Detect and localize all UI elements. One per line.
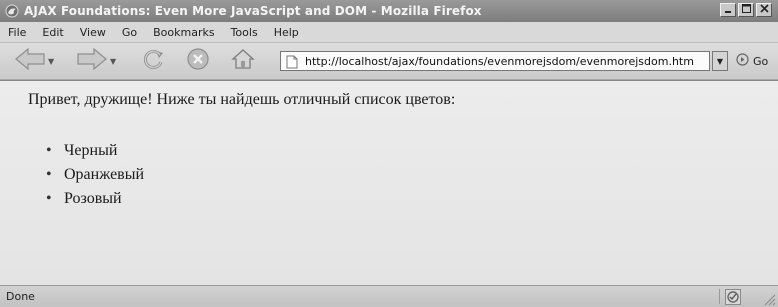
close-icon — [759, 4, 769, 16]
chevron-down-icon: ▼ — [716, 56, 724, 66]
stop-icon — [186, 47, 210, 75]
menu-file[interactable]: File — [8, 26, 26, 39]
navigation-toolbar: ▼ ▼ http://localhost/ajax/foundations/ev… — [0, 43, 778, 80]
url-input[interactable] — [305, 54, 695, 68]
list-item: Черный — [46, 139, 144, 163]
url-history-dropdown[interactable]: ▼ — [712, 51, 728, 71]
go-icon — [736, 53, 749, 69]
home-icon — [230, 47, 256, 75]
color-list: Черный Оранжевый Розовый — [46, 139, 144, 211]
status-text: Done — [6, 290, 35, 303]
back-dropdown-icon[interactable]: ▼ — [48, 57, 54, 66]
menu-help[interactable]: Help — [274, 26, 299, 39]
window-controls — [720, 3, 772, 17]
go-button[interactable]: Go — [736, 52, 768, 70]
firefox-icon — [4, 3, 20, 19]
stop-button[interactable] — [186, 47, 210, 75]
menu-edit[interactable]: Edit — [42, 26, 63, 39]
back-icon — [14, 47, 46, 75]
forward-dropdown-icon[interactable]: ▼ — [110, 57, 116, 66]
page-icon — [286, 54, 300, 69]
window-title: AJAX Foundations: Even More JavaScript a… — [24, 4, 482, 18]
reload-button[interactable] — [140, 49, 166, 73]
menu-bookmarks[interactable]: Bookmarks — [153, 26, 214, 39]
forward-button[interactable]: ▼ — [76, 47, 116, 75]
address-bar[interactable] — [280, 51, 710, 71]
menu-view[interactable]: View — [80, 26, 106, 39]
title-bar[interactable]: AJAX Foundations: Even More JavaScript a… — [0, 0, 778, 22]
page-content: Привет, дружище! Ниже ты найдешь отличны… — [0, 80, 778, 286]
home-button[interactable] — [230, 49, 256, 73]
close-button[interactable] — [756, 3, 772, 17]
minimize-button[interactable] — [720, 3, 736, 17]
back-button[interactable]: ▼ — [14, 47, 54, 75]
go-label: Go — [753, 54, 769, 68]
forward-icon — [76, 47, 108, 75]
menu-tools[interactable]: Tools — [231, 26, 258, 39]
resize-grip-icon[interactable] — [762, 291, 776, 306]
list-item: Оранжевый — [46, 163, 144, 187]
maximize-icon — [741, 4, 751, 16]
minimize-icon — [724, 5, 732, 16]
maximize-button[interactable] — [738, 3, 754, 17]
browser-window: AJAX Foundations: Even More JavaScript a… — [0, 0, 778, 307]
greeting-text: Привет, дружище! Ниже ты найдешь отличны… — [28, 91, 456, 108]
reload-icon — [140, 47, 166, 75]
status-bar: Done — [0, 285, 778, 307]
connection-status-icon[interactable] — [724, 288, 742, 305]
list-item: Розовый — [46, 187, 144, 211]
menu-go[interactable]: Go — [122, 26, 137, 39]
menu-bar: File Edit View Go Bookmarks Tools Help — [0, 22, 778, 43]
status-divider — [719, 289, 720, 304]
